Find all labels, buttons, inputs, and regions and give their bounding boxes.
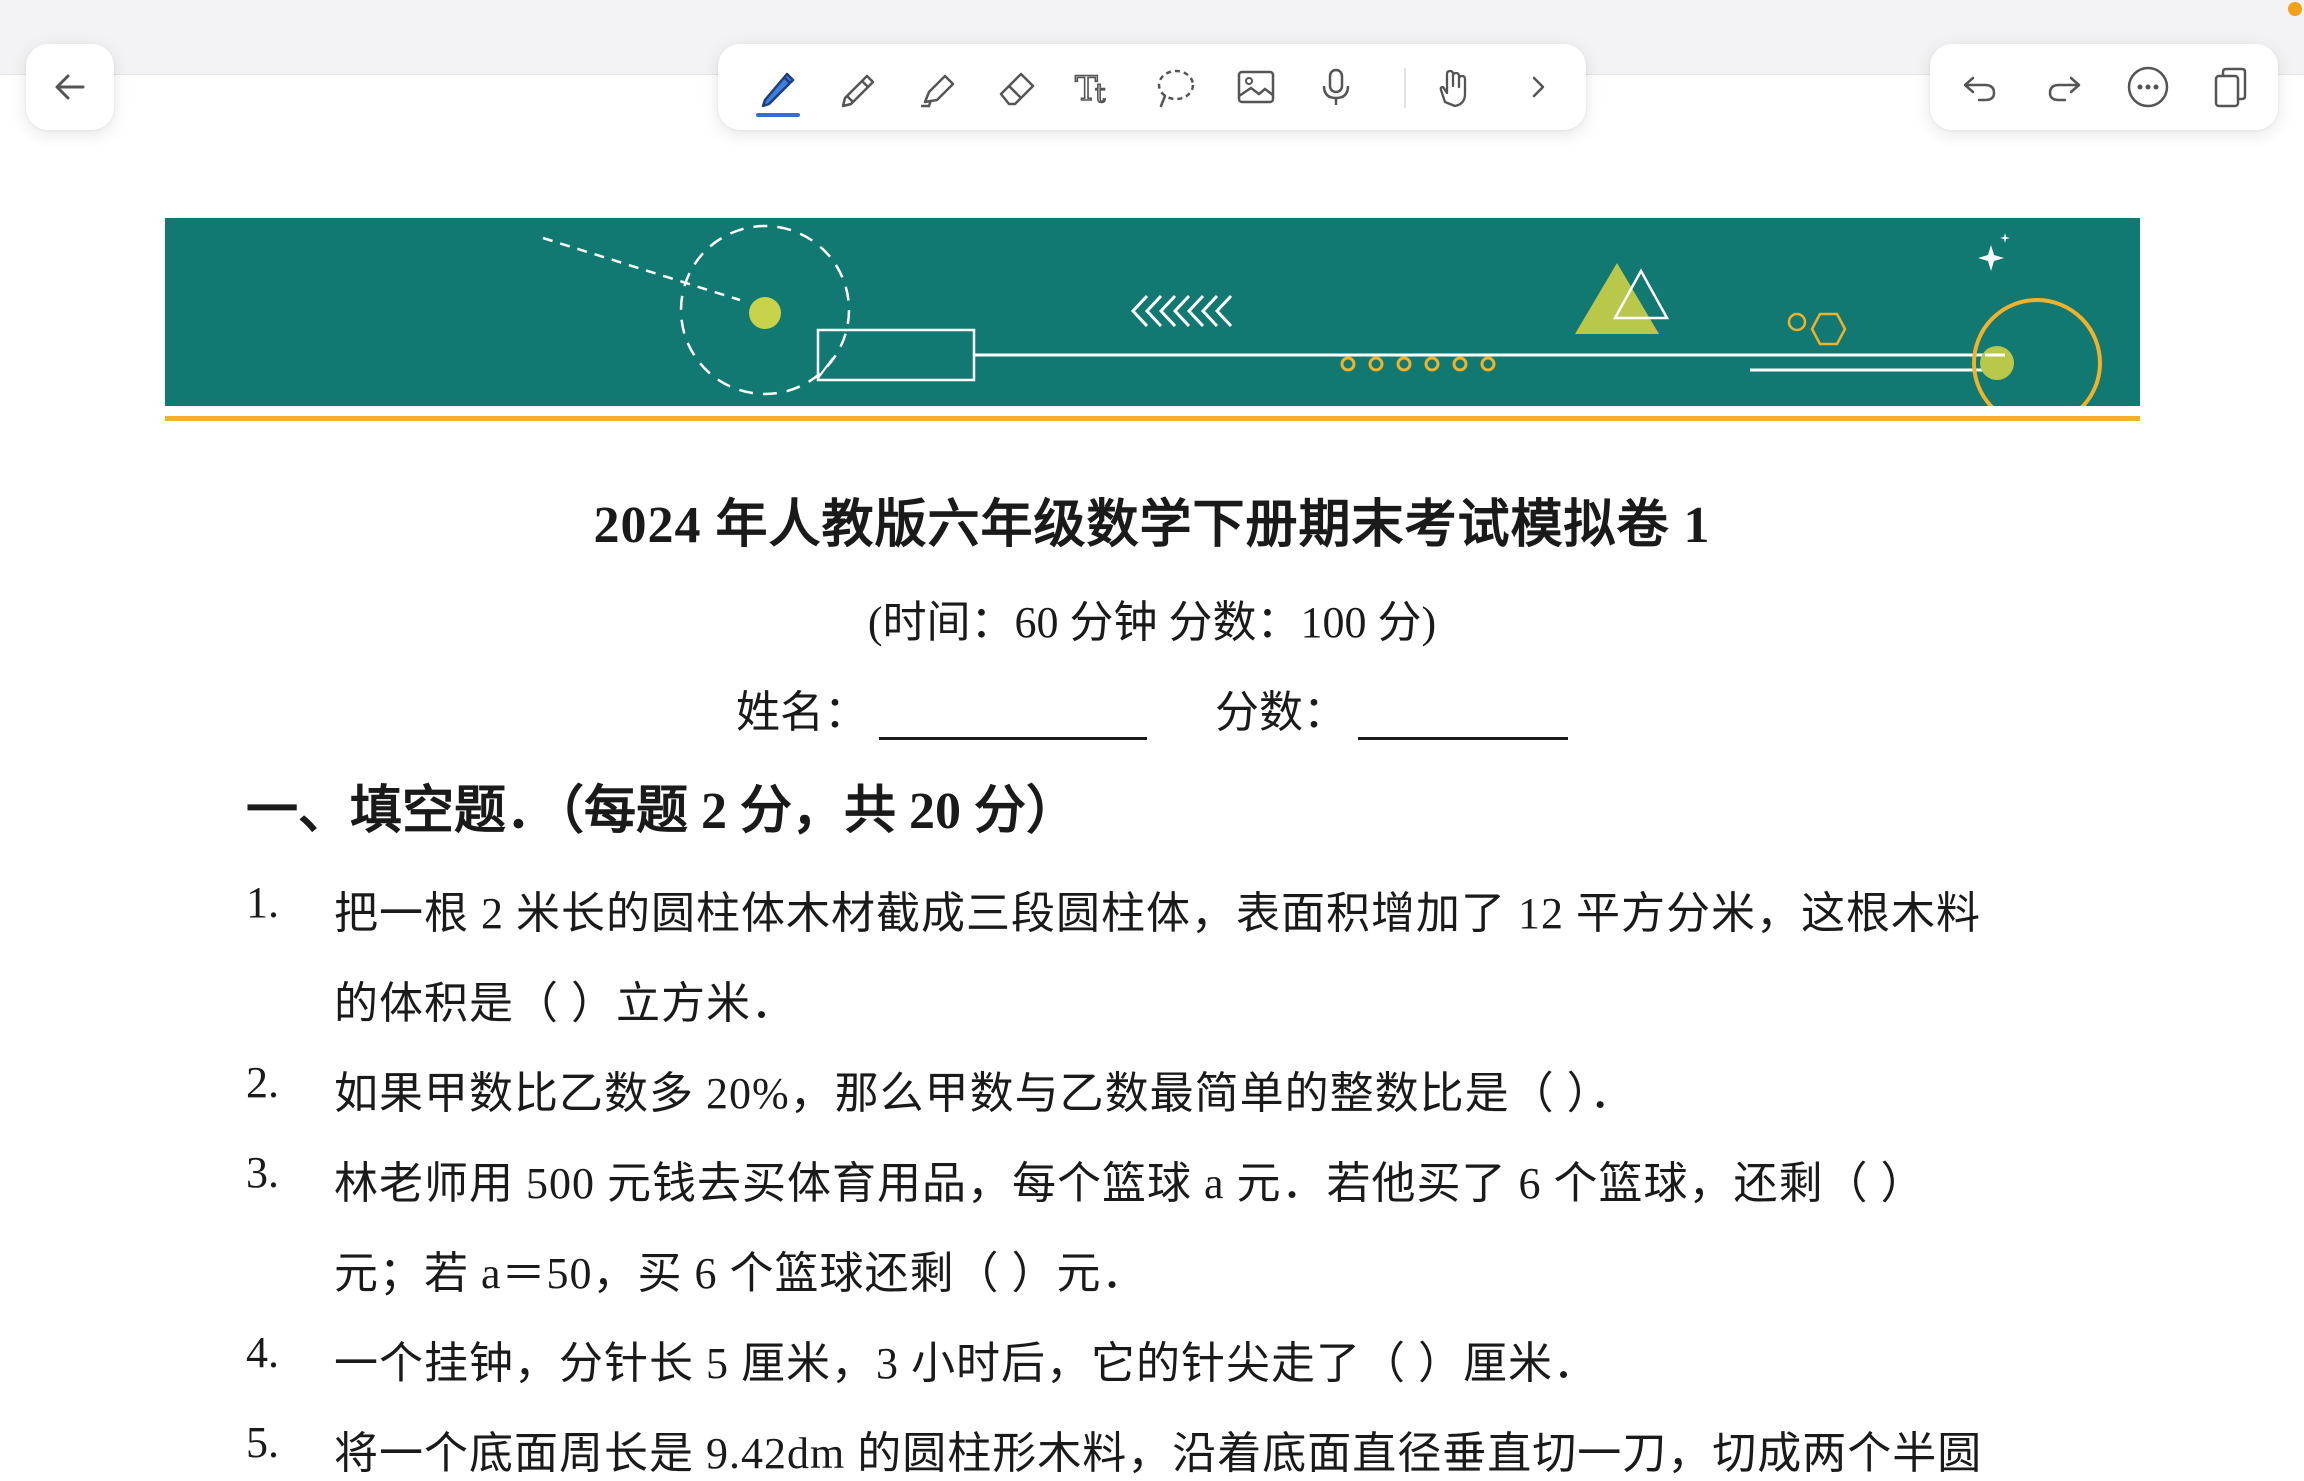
- actions-toolbar: [1930, 44, 2278, 130]
- more-options-button[interactable]: [2112, 44, 2184, 130]
- microphone-icon: [1322, 68, 1350, 105]
- question-text: 如果甲数比乙数多 20%，那么甲数与乙数最简单的整数比是（ ）．: [334, 1069, 1635, 1118]
- microphone-tool-button[interactable]: [1300, 44, 1372, 130]
- hand-touch-icon: [1439, 69, 1467, 108]
- pages-icon: [2214, 67, 2247, 108]
- back-button[interactable]: [34, 44, 106, 130]
- document-header-banner: [165, 218, 2140, 428]
- question-text: 元；若 a＝50，买 6 个篮球还剩（ ）元．: [334, 1249, 1147, 1298]
- document-subtitle: (时间：60 分钟 分数：100 分): [867, 598, 1437, 647]
- banner-underline: [165, 416, 2140, 421]
- pen-icon: [761, 72, 795, 108]
- question-text: 林老师用 500 元钱去买体育用品，每个篮球 a 元．若他买了 6 个篮球，还剩…: [334, 1159, 1926, 1208]
- undo-icon: [1963, 76, 1996, 102]
- pencil-tool-button[interactable]: [820, 44, 892, 130]
- drawing-toolbar: T t: [718, 44, 1586, 130]
- document-title: 2024 年人教版六年级数学下册期末考试模拟卷 1: [593, 497, 1711, 554]
- score-blank: [1358, 689, 1568, 740]
- banner-decoration: [542, 224, 2102, 428]
- question-number: 4.: [246, 1328, 279, 1377]
- question-number: 1.: [246, 878, 279, 927]
- notification-dot: [2288, 2, 2302, 16]
- pencil-icon: [841, 74, 875, 108]
- question-text: 一个挂钟，分针长 5 厘米，3 小时后，它的针尖走了（ ）厘米．: [334, 1339, 1598, 1388]
- back-arrow-icon: [55, 74, 85, 100]
- question-text: 将一个底面周长是 9.42dm 的圆柱形木料，沿着底面直径垂直切一刀，切成两个半…: [334, 1429, 1983, 1478]
- image-tool-button[interactable]: [1220, 44, 1292, 130]
- text-tool-icon: T t: [1074, 68, 1107, 110]
- section-heading: 一、填空题．（每题 2 分，共 20 分）: [246, 783, 1079, 840]
- image-icon: [1237, 70, 1275, 104]
- text-tool-button[interactable]: T t: [1060, 44, 1132, 130]
- more-tools-button[interactable]: [1502, 44, 1574, 130]
- question-number: 5.: [246, 1418, 279, 1467]
- svg-text:t: t: [1095, 79, 1106, 109]
- question-text: 把一根 2 米长的圆柱体木材截成三段圆柱体，表面积增加了 12 平方分米，这根木…: [334, 889, 1981, 938]
- back-card: [26, 44, 114, 130]
- redo-button[interactable]: [2028, 44, 2100, 130]
- lasso-icon: [1157, 69, 1195, 108]
- undo-button[interactable]: [1944, 44, 2016, 130]
- redo-icon: [2048, 76, 2081, 102]
- question-number: 3.: [246, 1148, 279, 1197]
- name-label: 姓名：: [736, 688, 868, 737]
- eraser-icon: [999, 72, 1035, 106]
- question-number: 2.: [246, 1058, 279, 1107]
- eraser-tool-button[interactable]: [980, 44, 1052, 130]
- score-label: 分数：: [1215, 688, 1347, 737]
- name-blank: [879, 689, 1147, 740]
- highlighter-icon: [921, 74, 955, 108]
- pages-button[interactable]: [2194, 44, 2266, 130]
- touch-tool-button[interactable]: [1418, 44, 1490, 130]
- chevron-right-icon: [1532, 76, 1545, 98]
- pen-tool-button[interactable]: [740, 44, 812, 130]
- highlighter-tool-button[interactable]: [900, 44, 972, 130]
- toolbar-separator: [1404, 68, 1406, 108]
- question-text: 的体积是（ ）立方米．: [334, 979, 796, 1028]
- lasso-tool-button[interactable]: [1140, 44, 1212, 130]
- active-tool-indicator: [756, 113, 800, 117]
- name-score-row: 姓名： 分数：: [0, 676, 2304, 740]
- more-icon: [2127, 66, 2169, 108]
